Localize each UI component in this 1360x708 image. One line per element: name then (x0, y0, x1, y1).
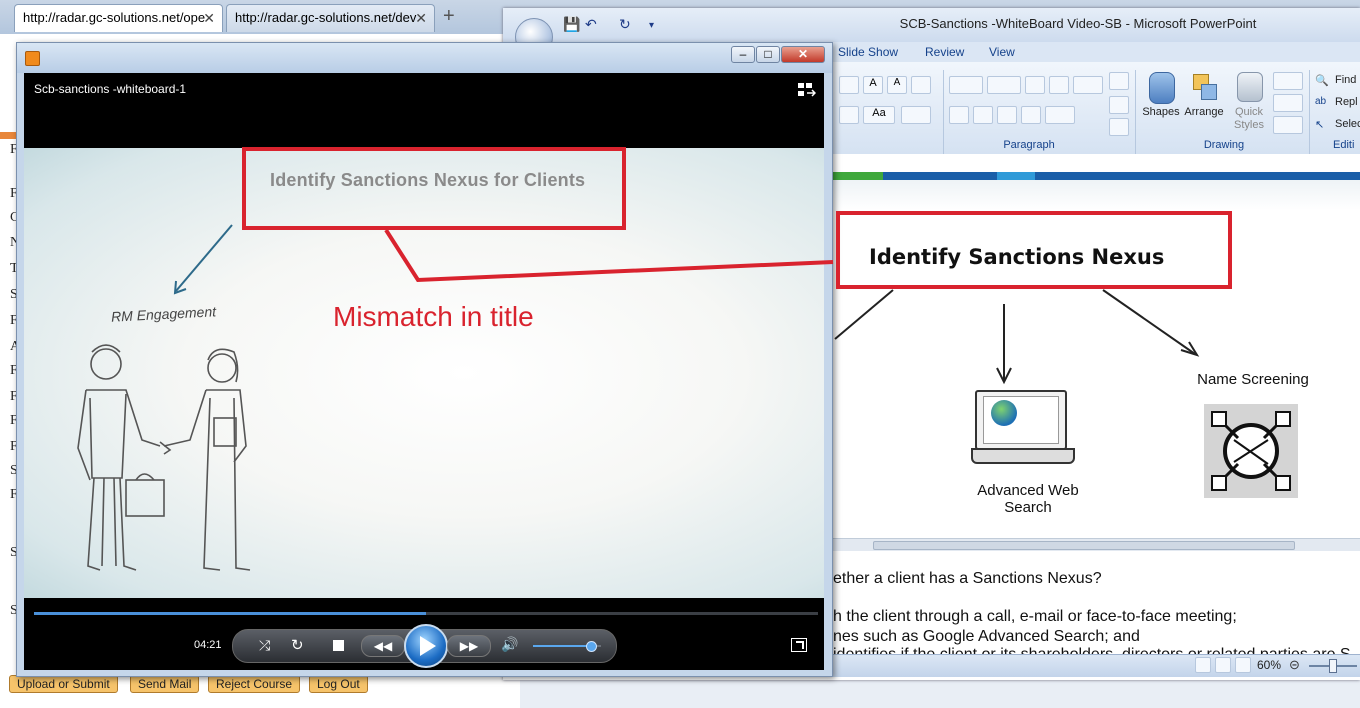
annotation-connector (384, 228, 834, 283)
annotation-label: Mismatch in title (333, 301, 534, 332)
